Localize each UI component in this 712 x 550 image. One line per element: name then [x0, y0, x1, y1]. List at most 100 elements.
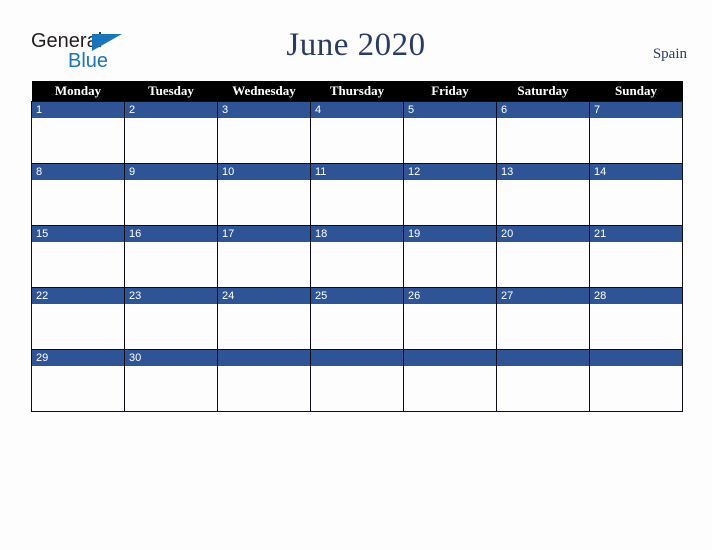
calendar-day-cell[interactable]: 16 [124, 225, 218, 288]
day-event-area[interactable] [497, 242, 589, 287]
day-event-area[interactable] [311, 304, 403, 349]
calendar-day-cell[interactable] [217, 349, 311, 412]
calendar-day-cell[interactable]: 18 [310, 225, 404, 288]
day-cell-inner: 13 [497, 164, 589, 225]
calendar-day-cell[interactable]: 13 [496, 163, 590, 226]
calendar-body: 1 2 3 4 5 6 7 8 9 10 11 12 13 14 15 16 17 18 19 20 21 22 23 24 2… [31, 101, 683, 412]
day-event-area[interactable] [218, 118, 310, 163]
day-event-area[interactable] [125, 118, 217, 163]
day-event-area[interactable] [497, 366, 589, 411]
calendar-day-cell[interactable]: 26 [403, 287, 497, 350]
calendar-day-cell[interactable]: 11 [310, 163, 404, 226]
calendar-day-cell[interactable]: 25 [310, 287, 404, 350]
calendar-day-cell[interactable] [589, 349, 683, 412]
day-event-area[interactable] [311, 180, 403, 225]
day-event-area[interactable] [497, 118, 589, 163]
day-cell-inner: 12 [404, 164, 496, 225]
day-event-area[interactable] [218, 180, 310, 225]
day-event-area[interactable] [125, 180, 217, 225]
calendar-day-cell[interactable]: 12 [403, 163, 497, 226]
calendar-week-row: 15 16 17 18 19 20 21 [31, 225, 683, 288]
calendar-day-cell[interactable]: 5 [403, 101, 497, 164]
day-event-area[interactable] [125, 304, 217, 349]
day-event-area[interactable] [32, 118, 124, 163]
day-event-area[interactable] [125, 366, 217, 411]
day-event-area[interactable] [218, 366, 310, 411]
calendar-day-cell[interactable]: 4 [310, 101, 404, 164]
calendar-day-cell[interactable]: 1 [31, 101, 125, 164]
day-event-area[interactable] [404, 304, 496, 349]
day-event-area[interactable] [311, 366, 403, 411]
calendar-day-cell[interactable]: 30 [124, 349, 218, 412]
day-event-area[interactable] [311, 118, 403, 163]
day-event-area[interactable] [125, 242, 217, 287]
day-number: 6 [497, 102, 589, 118]
calendar-day-cell[interactable]: 23 [124, 287, 218, 350]
day-cell-inner [404, 350, 496, 411]
day-event-area[interactable] [32, 180, 124, 225]
calendar-day-cell[interactable]: 17 [217, 225, 311, 288]
calendar-day-cell[interactable]: 9 [124, 163, 218, 226]
day-event-area[interactable] [590, 366, 682, 411]
calendar-day-cell[interactable]: 29 [31, 349, 125, 412]
day-event-area[interactable] [32, 366, 124, 411]
calendar-day-cell[interactable]: 20 [496, 225, 590, 288]
calendar-day-cell[interactable]: 10 [217, 163, 311, 226]
calendar-day-cell[interactable]: 24 [217, 287, 311, 350]
calendar-day-cell[interactable] [496, 349, 590, 412]
day-event-area[interactable] [218, 242, 310, 287]
calendar-day-cell[interactable]: 3 [217, 101, 311, 164]
day-event-area[interactable] [218, 304, 310, 349]
day-event-area[interactable] [590, 180, 682, 225]
weekday-header-tuesday: Tuesday [124, 81, 218, 102]
day-event-area[interactable] [32, 242, 124, 287]
day-event-area[interactable] [590, 118, 682, 163]
country-label: Spain [652, 46, 687, 62]
day-event-area[interactable] [404, 180, 496, 225]
day-cell-inner: 19 [404, 226, 496, 287]
calendar-day-cell[interactable]: 15 [31, 225, 125, 288]
day-event-area[interactable] [497, 180, 589, 225]
calendar-day-cell[interactable]: 2 [124, 101, 218, 164]
day-cell-inner: 4 [311, 102, 403, 163]
weekday-header-thursday: Thursday [310, 81, 404, 102]
day-number: 11 [311, 164, 403, 180]
calendar-day-cell[interactable]: 7 [589, 101, 683, 164]
calendar-day-cell[interactable]: 19 [403, 225, 497, 288]
day-event-area[interactable] [32, 304, 124, 349]
calendar-day-cell[interactable]: 27 [496, 287, 590, 350]
day-cell-inner [590, 350, 682, 411]
day-number: 26 [404, 288, 496, 304]
day-number: 23 [125, 288, 217, 304]
day-cell-inner: 26 [404, 288, 496, 349]
calendar-day-cell[interactable] [310, 349, 404, 412]
day-event-area[interactable] [590, 304, 682, 349]
day-cell-inner: 11 [311, 164, 403, 225]
calendar-day-cell[interactable]: 22 [31, 287, 125, 350]
day-number: 21 [590, 226, 682, 242]
day-number: 25 [311, 288, 403, 304]
day-event-area[interactable] [404, 242, 496, 287]
day-event-area[interactable] [404, 366, 496, 411]
day-number: 10 [218, 164, 310, 180]
calendar-day-cell[interactable]: 14 [589, 163, 683, 226]
day-event-area[interactable] [311, 242, 403, 287]
day-event-area[interactable] [590, 242, 682, 287]
calendar-day-cell[interactable] [403, 349, 497, 412]
calendar-header-row: Monday Tuesday Wednesday Thursday Friday… [31, 81, 683, 102]
day-cell-inner: 1 [32, 102, 124, 163]
calendar-day-cell[interactable]: 6 [496, 101, 590, 164]
calendar-week-row: 22 23 24 25 26 27 28 [31, 287, 683, 350]
day-number [590, 350, 682, 366]
day-cell-inner: 2 [125, 102, 217, 163]
calendar-day-cell[interactable]: 21 [589, 225, 683, 288]
calendar-day-cell[interactable]: 28 [589, 287, 683, 350]
day-event-area[interactable] [404, 118, 496, 163]
day-cell-inner: 24 [218, 288, 310, 349]
day-number [311, 350, 403, 366]
day-number [218, 350, 310, 366]
day-cell-inner: 15 [32, 226, 124, 287]
day-event-area[interactable] [497, 304, 589, 349]
day-number: 27 [497, 288, 589, 304]
calendar-day-cell[interactable]: 8 [31, 163, 125, 226]
